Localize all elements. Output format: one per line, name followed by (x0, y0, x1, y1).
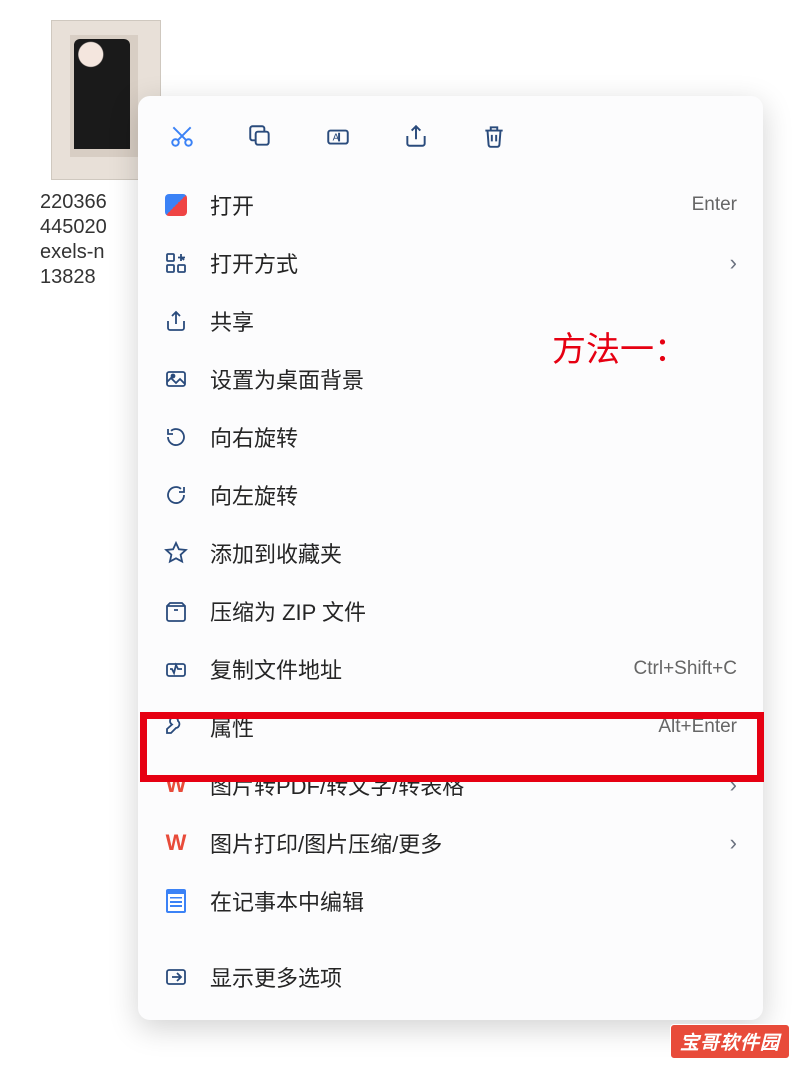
menu-item-label: 在记事本中编辑 (210, 885, 737, 917)
menu-item-share[interactable]: 共享 (138, 292, 763, 350)
menu-item-label: 压缩为 ZIP 文件 (210, 595, 737, 627)
menu-item-label: 属性 (210, 711, 658, 743)
share-button[interactable] (398, 118, 434, 154)
menu-item-label: 设置为桌面背景 (210, 363, 737, 395)
wps-icon: W (162, 829, 190, 857)
menu-item-copy-path[interactable]: 复制文件地址 Ctrl+Shift+C (138, 640, 763, 698)
menu-item-open-with[interactable]: 打开方式 › (138, 234, 763, 292)
menu-item-label: 向右旋转 (210, 421, 737, 453)
open-icon (162, 191, 190, 219)
share-icon (162, 307, 190, 335)
menu-item-zip[interactable]: 压缩为 ZIP 文件 (138, 582, 763, 640)
menu-item-rotate-left[interactable]: 向左旋转 (138, 466, 763, 524)
menu-item-more-options[interactable]: 显示更多选项 (138, 948, 763, 1006)
menu-item-wps-convert[interactable]: W 图片转PDF/转文字/转表格 › (138, 756, 763, 814)
copy-icon (247, 123, 273, 149)
notepad-icon (162, 887, 190, 915)
menu-item-label: 添加到收藏夹 (210, 537, 737, 569)
menu-item-rotate-right[interactable]: 向右旋转 (138, 408, 763, 466)
watermark: 宝哥软件园 (670, 1024, 790, 1059)
context-toolbar: A (138, 96, 763, 176)
menu-item-open[interactable]: 打开 Enter (138, 176, 763, 234)
menu-item-wallpaper[interactable]: 设置为桌面背景 (138, 350, 763, 408)
menu-item-label: 向左旋转 (210, 479, 737, 511)
copy-path-icon (162, 655, 190, 683)
menu-item-label: 复制文件地址 (210, 653, 634, 685)
menu-item-shortcut: Alt+Enter (658, 716, 737, 738)
menu-item-properties[interactable]: 属性 Alt+Enter (138, 698, 763, 756)
chevron-right-icon: › (730, 830, 737, 856)
properties-icon (162, 713, 190, 741)
menu-item-favorite[interactable]: 添加到收藏夹 (138, 524, 763, 582)
cut-button[interactable] (164, 118, 200, 154)
copy-button[interactable] (242, 118, 278, 154)
share-icon (403, 123, 429, 149)
context-menu: A 打开 Enter 打开方式 › 共享 设置为桌面背景 (138, 96, 763, 1020)
menu-list: 打开 Enter 打开方式 › 共享 设置为桌面背景 向右旋转 向左旋转 添加到… (138, 176, 763, 1006)
menu-item-label: 打开方式 (210, 247, 720, 279)
menu-item-label: 图片打印/图片压缩/更多 (210, 827, 720, 859)
menu-item-label: 图片转PDF/转文字/转表格 (210, 769, 720, 801)
delete-icon (481, 123, 507, 149)
open-with-icon (162, 249, 190, 277)
menu-item-label: 显示更多选项 (210, 961, 737, 993)
cut-icon (169, 123, 195, 149)
star-icon (162, 539, 190, 567)
chevron-right-icon: › (730, 250, 737, 276)
menu-item-shortcut: Enter (692, 194, 737, 216)
rotate-right-icon (162, 423, 190, 451)
menu-item-label: 共享 (210, 305, 737, 337)
menu-item-notepad[interactable]: 在记事本中编辑 (138, 872, 763, 930)
wps-icon: W (162, 771, 190, 799)
rotate-left-icon (162, 481, 190, 509)
menu-item-shortcut: Ctrl+Shift+C (634, 658, 737, 680)
rename-icon: A (325, 123, 351, 149)
chevron-right-icon: › (730, 772, 737, 798)
rename-button[interactable]: A (320, 118, 356, 154)
more-options-icon (162, 963, 190, 991)
menu-item-label: 打开 (210, 189, 692, 221)
menu-item-wps-print[interactable]: W 图片打印/图片压缩/更多 › (138, 814, 763, 872)
delete-button[interactable] (476, 118, 512, 154)
wallpaper-icon (162, 365, 190, 393)
zip-icon (162, 597, 190, 625)
